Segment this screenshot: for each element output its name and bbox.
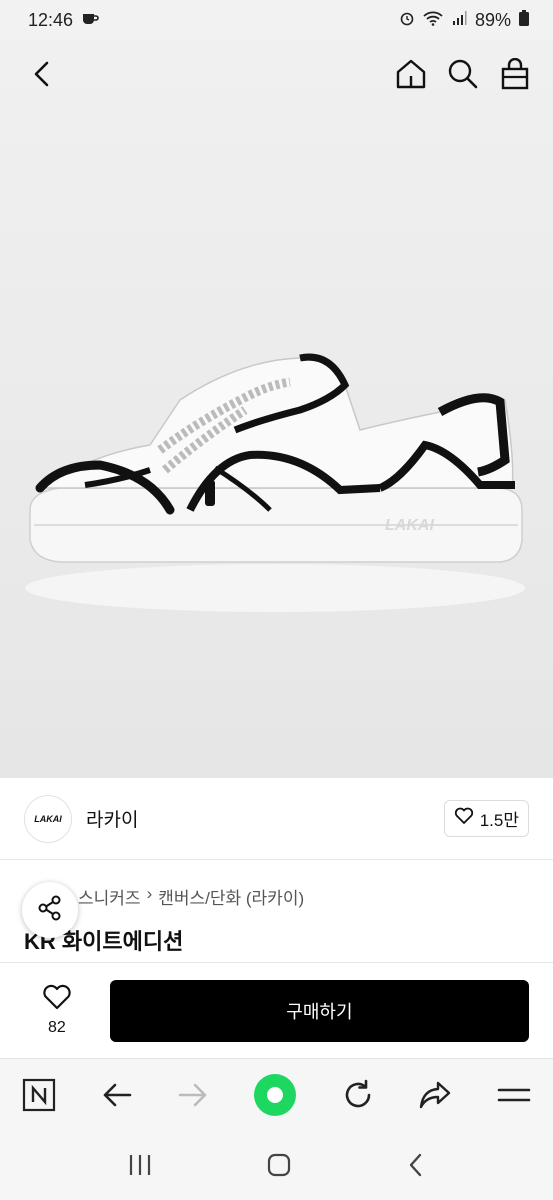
recent-apps-icon xyxy=(127,1154,153,1181)
heart-icon xyxy=(42,984,72,1015)
purchase-bar: 82 구매하기 xyxy=(0,962,553,1058)
chevron-right-icon: › xyxy=(146,884,153,903)
refresh-button[interactable] xyxy=(342,1079,374,1116)
wifi-icon xyxy=(423,10,443,31)
brand-row: LAKAI 라카이 1.5만 xyxy=(0,778,553,860)
browser-forward-button[interactable] xyxy=(177,1081,209,1114)
home-nav-button[interactable] xyxy=(266,1152,292,1183)
brand-link[interactable]: LAKAI 라카이 xyxy=(24,794,139,843)
forward-share-icon xyxy=(418,1081,452,1114)
brand-logo-text: LAKAI xyxy=(34,813,62,824)
brand-like-button[interactable]: 1.5만 xyxy=(443,800,529,837)
naver-n-icon xyxy=(22,1078,56,1116)
product-image[interactable]: LAKAI xyxy=(0,40,553,778)
breadcrumb-item[interactable]: 캔버스/단화 (라카이) xyxy=(158,884,304,909)
menu-button[interactable] xyxy=(497,1083,531,1112)
signal-icon xyxy=(451,10,467,31)
cart-button[interactable] xyxy=(499,57,531,95)
green-dot-icon xyxy=(253,1073,297,1121)
back-button[interactable] xyxy=(26,60,58,92)
status-bar: 12:46 89% xyxy=(0,0,553,40)
shopping-bag-icon xyxy=(500,57,530,95)
arrow-left-icon xyxy=(101,1083,133,1113)
brand-logo: LAKAI xyxy=(24,794,72,843)
status-time: 12:46 xyxy=(28,9,74,30)
heart-icon xyxy=(454,807,474,830)
coffee-icon xyxy=(81,10,99,31)
refresh-icon xyxy=(342,1079,374,1115)
browser-toolbar xyxy=(0,1058,553,1135)
home-icon xyxy=(395,58,427,95)
chevron-left-icon xyxy=(29,59,55,94)
hamburger-icon xyxy=(497,1088,531,1111)
system-nav-bar xyxy=(0,1134,553,1200)
share-icon xyxy=(36,894,64,927)
breadcrumb-item[interactable]: 스니커즈 xyxy=(78,884,141,909)
brand-name: 라카이 xyxy=(86,810,139,831)
wish-button[interactable]: 82 xyxy=(24,984,90,1037)
green-dot-button[interactable] xyxy=(253,1073,297,1122)
back-chevron-icon xyxy=(406,1153,426,1182)
sneaker-image: LAKAI xyxy=(25,353,525,612)
browser-share-button[interactable] xyxy=(418,1080,452,1115)
recent-apps-button[interactable] xyxy=(127,1153,153,1182)
search-icon xyxy=(447,58,479,95)
alarm-icon xyxy=(399,10,415,31)
battery-text: 89% xyxy=(474,9,511,30)
brand-like-count: 1.5만 xyxy=(479,811,519,830)
buy-button[interactable]: 구매하기 xyxy=(109,979,529,1042)
browser-back-button[interactable] xyxy=(101,1081,133,1114)
home-square-icon xyxy=(266,1153,292,1182)
search-button[interactable] xyxy=(447,58,479,95)
share-button[interactable] xyxy=(22,882,78,938)
top-nav xyxy=(0,40,553,112)
home-button[interactable] xyxy=(395,58,427,95)
naver-home-button[interactable] xyxy=(22,1078,56,1117)
wish-count: 82 xyxy=(48,1019,66,1036)
svg-text:LAKAI: LAKAI xyxy=(385,517,434,534)
arrow-right-icon xyxy=(177,1083,209,1113)
back-nav-button[interactable] xyxy=(406,1152,426,1183)
battery-icon xyxy=(519,9,529,31)
